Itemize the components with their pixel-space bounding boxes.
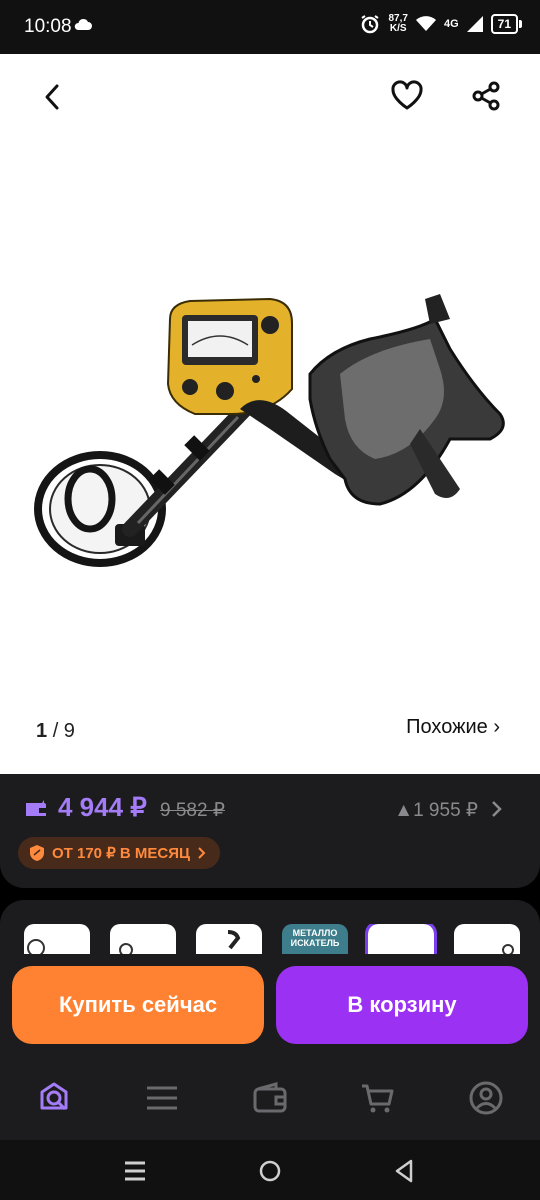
thumbnail-selected[interactable] bbox=[365, 924, 437, 954]
recent-apps-icon[interactable] bbox=[122, 1158, 148, 1184]
variant-thumbnails: МЕТАЛЛО ИСКАТЕЛЬ bbox=[24, 924, 540, 954]
thumbnail-label: МЕТАЛЛО ИСКАТЕЛЬ bbox=[290, 928, 340, 948]
metal-detector-image bbox=[34, 294, 505, 567]
counter-current: 1 bbox=[36, 720, 48, 742]
home-icon[interactable] bbox=[257, 1158, 283, 1184]
shield-icon bbox=[30, 845, 44, 861]
thumbnail[interactable] bbox=[196, 924, 262, 954]
share-icon[interactable] bbox=[470, 80, 502, 112]
back-nav-icon[interactable] bbox=[392, 1158, 418, 1184]
old-price: 9 582 ₽ bbox=[160, 800, 225, 821]
gallery-counter: 1 / 9 bbox=[36, 720, 75, 743]
product-gallery[interactable]: 1 / 9 Похожие › bbox=[0, 54, 540, 774]
signal-icon bbox=[466, 16, 483, 32]
wallet-icon bbox=[26, 800, 46, 816]
status-bar: 10:08 87,7 K/S 4G 71 bbox=[0, 0, 540, 54]
installment-badge[interactable]: ОТ 170 ₽ В МЕСЯЦ bbox=[18, 837, 220, 869]
back-icon[interactable] bbox=[38, 82, 68, 112]
counter-total: / 9 bbox=[52, 720, 75, 742]
thumbnail[interactable] bbox=[24, 924, 90, 954]
buy-now-button[interactable]: Купить сейчас bbox=[12, 966, 264, 1044]
heart-icon[interactable] bbox=[390, 80, 424, 112]
menu-icon[interactable] bbox=[144, 1080, 180, 1116]
current-price: 4 944 ₽ bbox=[58, 792, 147, 822]
speed-unit: K/S bbox=[389, 23, 407, 34]
network-type: 4G bbox=[443, 18, 459, 30]
search-icon[interactable] bbox=[36, 1080, 72, 1116]
similar-link[interactable]: Похожие › bbox=[406, 716, 500, 739]
chevron-right-icon[interactable] bbox=[490, 800, 502, 818]
chevron-right-icon bbox=[198, 847, 206, 859]
system-navigation bbox=[0, 1140, 540, 1200]
battery-indicator: 71 bbox=[490, 14, 523, 34]
thumbnail[interactable]: МЕТАЛЛО ИСКАТЕЛЬ bbox=[282, 924, 348, 954]
cart-icon[interactable] bbox=[360, 1080, 396, 1116]
wallet-icon[interactable] bbox=[252, 1080, 288, 1116]
profile-icon[interactable] bbox=[468, 1080, 504, 1116]
alarm-icon bbox=[361, 15, 380, 34]
bottom-tab-bar bbox=[0, 1066, 540, 1136]
network-speed: 87,7 K/S bbox=[388, 14, 407, 34]
status-time: 10:08 bbox=[24, 16, 72, 37]
wifi-icon bbox=[415, 16, 436, 31]
thumbnail[interactable] bbox=[110, 924, 176, 954]
installment-text: ОТ 170 ₽ В МЕСЯЦ bbox=[52, 845, 190, 862]
thumbnail[interactable] bbox=[454, 924, 520, 954]
cloud-icon bbox=[74, 18, 92, 30]
price-panel: 4 944 ₽ 9 582 ₽ ▲1 955 ₽ ОТ 170 ₽ В МЕСЯ… bbox=[0, 774, 540, 888]
add-to-cart-button[interactable]: В корзину bbox=[276, 966, 528, 1044]
bonus-points[interactable]: ▲1 955 ₽ bbox=[394, 799, 478, 822]
